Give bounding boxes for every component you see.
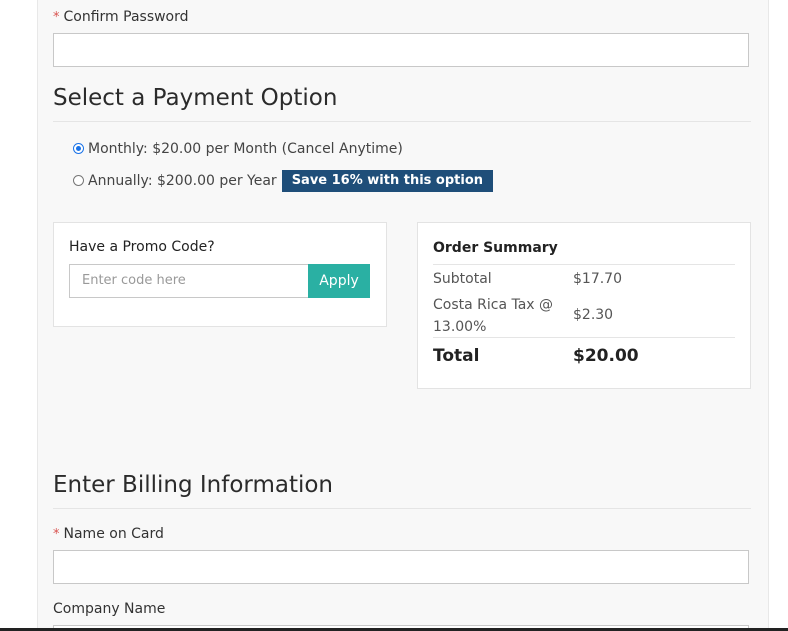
name-on-card-input[interactable]	[53, 550, 749, 584]
total-value: $20.00	[573, 346, 639, 366]
payment-section-title: Select a Payment Option	[53, 85, 338, 111]
order-summary-panel: Order Summary Subtotal $17.70 Costa Rica…	[417, 222, 751, 389]
tax-label-line1: Costa Rica Tax @	[433, 297, 554, 313]
order-summary-divider	[433, 264, 735, 265]
radio-annually[interactable]	[73, 174, 84, 186]
apply-button[interactable]: Apply	[308, 264, 370, 298]
promo-code-panel: Have a Promo Code? Enter code here Apply	[53, 222, 387, 327]
payment-option-monthly-label: Monthly: $20.00 per Month (Cancel Anytim…	[88, 141, 403, 157]
name-on-card-label: * Name on Card	[53, 526, 164, 542]
payment-option-monthly[interactable]: Monthly: $20.00 per Month (Cancel Anytim…	[73, 138, 403, 160]
savings-badge: Save 16% with this option	[281, 170, 494, 192]
subtotal-value: $17.70	[573, 271, 622, 287]
payment-option-annually[interactable]: Annually: $200.00 per Year Save 16% with…	[73, 170, 494, 192]
name-on-card-label-text: Name on Card	[63, 526, 164, 542]
section-divider	[53, 508, 751, 509]
billing-section-title: Enter Billing Information	[53, 472, 334, 498]
radio-monthly[interactable]	[73, 142, 84, 154]
payment-option-annually-label: Annually: $200.00 per Year	[88, 173, 277, 189]
order-summary-divider	[433, 337, 735, 338]
tax-label-line2: 13.00%	[433, 319, 487, 335]
confirm-password-label-text: Confirm Password	[63, 9, 189, 25]
section-divider	[53, 121, 751, 122]
confirm-password-label: * Confirm Password	[53, 9, 189, 25]
required-marker: *	[53, 10, 60, 25]
confirm-password-input[interactable]	[53, 33, 749, 67]
total-label: Total	[433, 346, 480, 366]
tax-value: $2.30	[573, 307, 614, 323]
promo-code-title: Have a Promo Code?	[69, 239, 215, 255]
promo-code-input[interactable]: Enter code here	[69, 264, 309, 298]
required-marker: *	[53, 527, 60, 542]
order-summary-title: Order Summary	[433, 240, 558, 256]
subtotal-label: Subtotal	[433, 271, 492, 287]
company-name-label: Company Name	[53, 601, 166, 617]
